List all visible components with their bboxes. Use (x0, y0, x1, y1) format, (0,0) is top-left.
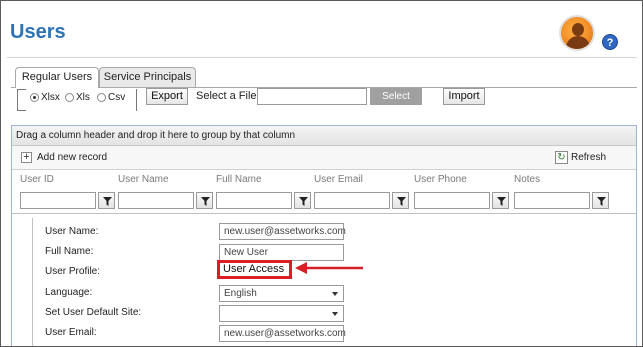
filter-input[interactable] (216, 192, 292, 209)
filter-input[interactable] (314, 192, 390, 209)
filter-user-name (118, 192, 213, 209)
filter-notes (514, 192, 609, 209)
export-button[interactable]: Export (146, 88, 188, 105)
filter-row (12, 188, 636, 214)
user-avatar-icon[interactable] (559, 15, 595, 51)
help-icon[interactable]: ? (602, 34, 618, 50)
label-language: Language: (45, 287, 93, 298)
arrow-icon (295, 262, 363, 274)
radio-label: Xls (76, 92, 90, 103)
label-full-name: Full Name: (45, 246, 94, 257)
column-header-notes[interactable]: Notes (514, 174, 540, 185)
filter-user-email (314, 192, 409, 209)
radio-label: Csv (108, 92, 126, 103)
filter-icon[interactable] (196, 192, 213, 209)
filter-input[interactable] (514, 192, 590, 209)
page-title: Users (10, 21, 66, 43)
column-header-user-id[interactable]: User ID (20, 174, 54, 185)
radio-xls[interactable]: Xls (65, 92, 90, 103)
filter-full-name (216, 192, 311, 209)
label-user-name: User Name: (45, 226, 99, 237)
default-site-select[interactable] (219, 305, 344, 322)
filter-icon[interactable] (98, 192, 115, 209)
header-divider (7, 57, 637, 58)
filter-user-id (20, 192, 115, 209)
full-name-field[interactable]: New User (219, 244, 344, 261)
column-header-user-email[interactable]: User Email (314, 174, 363, 185)
radio-label: Xlsx (41, 92, 60, 103)
filter-input[interactable] (118, 192, 194, 209)
new-record-form: User Name: new.user@assetworks.com Full … (32, 218, 642, 346)
column-headers: User ID User Name Full Name User Email U… (12, 170, 636, 188)
tab-service-principals[interactable]: Service Principals (99, 67, 196, 87)
refresh-icon[interactable]: ↻ (555, 151, 568, 164)
column-header-full-name[interactable]: Full Name (216, 174, 262, 185)
file-label: Select a File : (196, 90, 263, 102)
language-select[interactable]: English (219, 285, 344, 302)
grid-toolbar: + Add new record ↻ Refresh (12, 146, 636, 170)
user-email-field[interactable]: new.user@assetworks.com (219, 325, 346, 342)
label-default-site: Set User Default Site: (45, 307, 142, 318)
radio-xlsx[interactable]: Xlsx (30, 92, 60, 103)
file-input[interactable] (257, 88, 367, 105)
group-by-bar[interactable]: Drag a column header and drop it here to… (12, 126, 636, 146)
filter-icon[interactable] (392, 192, 409, 209)
filter-input[interactable] (414, 192, 490, 209)
refresh-button[interactable]: Refresh (571, 152, 606, 163)
tab-regular-users[interactable]: Regular Users (15, 67, 99, 88)
radio-csv[interactable]: Csv (97, 92, 125, 103)
user-name-field[interactable]: new.user@assetworks.com (219, 223, 346, 240)
add-new-record-button[interactable]: Add new record (37, 152, 107, 163)
filter-icon[interactable] (492, 192, 509, 209)
add-icon[interactable]: + (21, 152, 32, 163)
filter-user-phone (414, 192, 509, 209)
filter-icon[interactable] (294, 192, 311, 209)
import-button[interactable]: Import (443, 88, 485, 105)
filter-icon[interactable] (592, 192, 609, 209)
label-user-email: User Email: (45, 327, 97, 338)
column-header-user-phone[interactable]: User Phone (414, 174, 467, 185)
users-grid: Drag a column header and drop it here to… (11, 125, 637, 346)
radio-selected-icon (30, 93, 39, 102)
select-button[interactable]: Select (370, 88, 422, 105)
filter-input[interactable] (20, 192, 96, 209)
radio-icon (65, 93, 74, 102)
column-header-user-name[interactable]: User Name (118, 174, 169, 185)
user-profile-field[interactable]: User Access (217, 260, 292, 279)
radio-icon (97, 93, 106, 102)
label-user-profile: User Profile: (45, 266, 101, 277)
users-page: Users ? Regular Users Service Principals… (0, 0, 643, 347)
